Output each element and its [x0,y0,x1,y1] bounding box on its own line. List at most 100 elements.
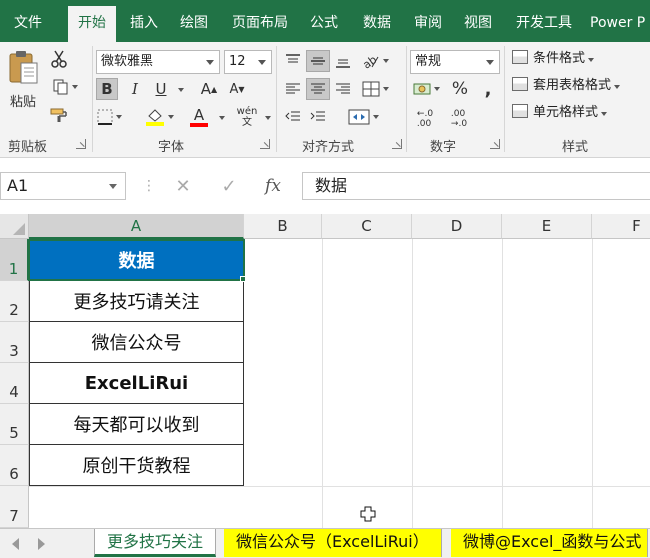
decrease-font-button[interactable]: A ▼ [226,78,248,100]
fill-handle[interactable] [240,276,246,282]
conditional-formatting-button[interactable]: 条件格式 [512,48,595,70]
formula-input[interactable]: 数据 [302,172,650,200]
cell-styles-button[interactable]: 单元格样式 [512,102,608,124]
scroll-right-icon[interactable] [38,538,45,550]
cell-a6[interactable]: 原创干货教程 [29,445,244,486]
tab-power-pivot[interactable]: Power P [590,8,650,38]
wrap-text-button[interactable] [360,78,390,100]
cell-a3[interactable]: 微信公众号 [29,322,244,363]
underline-button[interactable]: U [150,78,172,100]
gridline [29,486,650,487]
insert-function-button[interactable]: fx [260,174,286,198]
accounting-format-button[interactable] [410,78,442,100]
align-center-button[interactable] [306,78,330,100]
tab-file[interactable]: 文件 [6,8,50,38]
border-icon [97,109,112,125]
column-header-c[interactable]: C [322,214,412,239]
conditional-formatting-label: 条件格式 [533,51,586,66]
bold-button[interactable]: B [96,78,118,100]
column-header-a[interactable]: A [29,214,244,239]
row-header-6[interactable]: 6 [0,445,29,486]
tab-page-layout[interactable]: 页面布局 [226,8,294,38]
format-painter-button[interactable] [46,104,72,126]
cancel-icon[interactable]: ✕ [170,174,196,198]
tab-review[interactable]: 审阅 [408,8,448,38]
increase-indent-button[interactable] [306,106,330,128]
cell-a2[interactable]: 更多技巧请关注 [29,281,244,322]
gridline [412,239,413,528]
align-top-button[interactable] [282,50,304,72]
worksheet-grid[interactable]: A B C D E F 1 2 3 4 5 6 7 数据 更多技巧请关注 微信公… [0,214,650,528]
italic-button[interactable]: I [124,78,146,100]
select-all-button[interactable] [0,214,29,239]
enter-icon[interactable]: ✓ [216,174,242,198]
font-color-button[interactable]: A [184,106,214,128]
sheet-tab-more-tips[interactable]: 更多技巧关注 [94,529,217,557]
increase-decimal-button[interactable]: ←.0 .00 [410,106,440,132]
cell-a5[interactable]: 每天都可以收到 [29,404,244,445]
font-dialog-launcher[interactable] [260,139,270,149]
styles-group-label: 样式 [562,140,589,155]
cut-button[interactable] [46,48,72,70]
copy-button[interactable] [46,76,84,98]
tab-formulas[interactable]: 公式 [304,8,344,38]
font-name-select[interactable]: 微软雅黑 [96,50,220,74]
number-format-select[interactable]: 常规 [410,50,500,74]
table-icon [512,77,528,91]
decrease-decimal-button[interactable]: .00 →.0 [444,106,474,132]
sheet-tab-bar: 更多技巧关注 微信公众号（ExcelLiRui） 微博@Excel_函数与公式 [0,528,650,558]
scroll-left-icon[interactable] [12,538,19,550]
column-header-e[interactable]: E [502,214,592,239]
format-as-table-button[interactable]: 套用表格格式 [512,75,621,97]
clipboard-group-label: 剪贴板 [8,140,48,155]
cell-a4[interactable]: ExcelLiRui [29,363,244,404]
row-header-4[interactable]: 4 [0,363,29,404]
comma-style-button[interactable]: , [478,78,498,100]
tab-home[interactable]: 开始 [68,6,116,42]
decrease-indent-button[interactable] [282,106,304,128]
tab-insert[interactable]: 插入 [124,8,164,38]
orientation-button[interactable]: ab [360,50,390,72]
align-middle-button[interactable] [306,50,330,72]
align-top-icon [286,54,300,63]
alignment-dialog-launcher[interactable] [392,139,402,149]
font-size-select[interactable]: 12 [224,50,272,74]
sheet-tab-weibo[interactable]: 微博@Excel_函数与公式 [451,529,649,557]
merge-center-button[interactable] [336,106,390,128]
sheet-tab-wechat[interactable]: 微信公众号（ExcelLiRui） [224,529,442,557]
number-group-label: 数字 [430,140,457,155]
tab-data[interactable]: 数据 [356,8,398,38]
tab-view[interactable]: 视图 [458,8,498,38]
row-header-2[interactable]: 2 [0,281,29,322]
row-header-3[interactable]: 3 [0,322,29,363]
paste-button[interactable]: 粘贴 [4,46,42,112]
row-header-5[interactable]: 5 [0,404,29,445]
font-color-dropdown-icon[interactable] [219,116,225,120]
chevron-down-icon [614,85,621,89]
cell-style-icon [512,104,528,118]
column-header-d[interactable]: D [412,214,502,239]
underline-dropdown-icon[interactable] [178,88,184,92]
percent-style-button[interactable]: % [448,78,472,100]
phonetic-dropdown-icon[interactable] [265,116,271,120]
align-bottom-button[interactable] [332,50,354,72]
column-header-b[interactable]: B [244,214,322,239]
active-cell-border [28,239,245,281]
align-left-button[interactable] [282,78,304,100]
phonetic-button[interactable]: wén 文 [232,104,262,130]
name-box[interactable]: A1 [0,172,126,200]
column-header-f[interactable]: F [592,214,650,239]
borders-button[interactable] [96,106,122,128]
clipboard-dialog-launcher[interactable] [76,139,86,149]
align-right-button[interactable] [332,78,354,100]
tab-draw[interactable]: 绘图 [174,8,214,38]
tab-developer[interactable]: 开发工具 [508,8,580,38]
row-header-1[interactable]: 1 [0,239,29,281]
chevron-down-icon [588,58,595,62]
increase-font-button[interactable]: A ▲ [198,78,220,100]
row-header-7[interactable]: 7 [0,486,29,528]
fill-color-button[interactable] [144,106,174,128]
number-dialog-launcher[interactable] [490,139,500,149]
formula-buttons: ⋮ ✕ ✓ fx [126,172,302,200]
font-size-value: 12 [229,54,246,69]
